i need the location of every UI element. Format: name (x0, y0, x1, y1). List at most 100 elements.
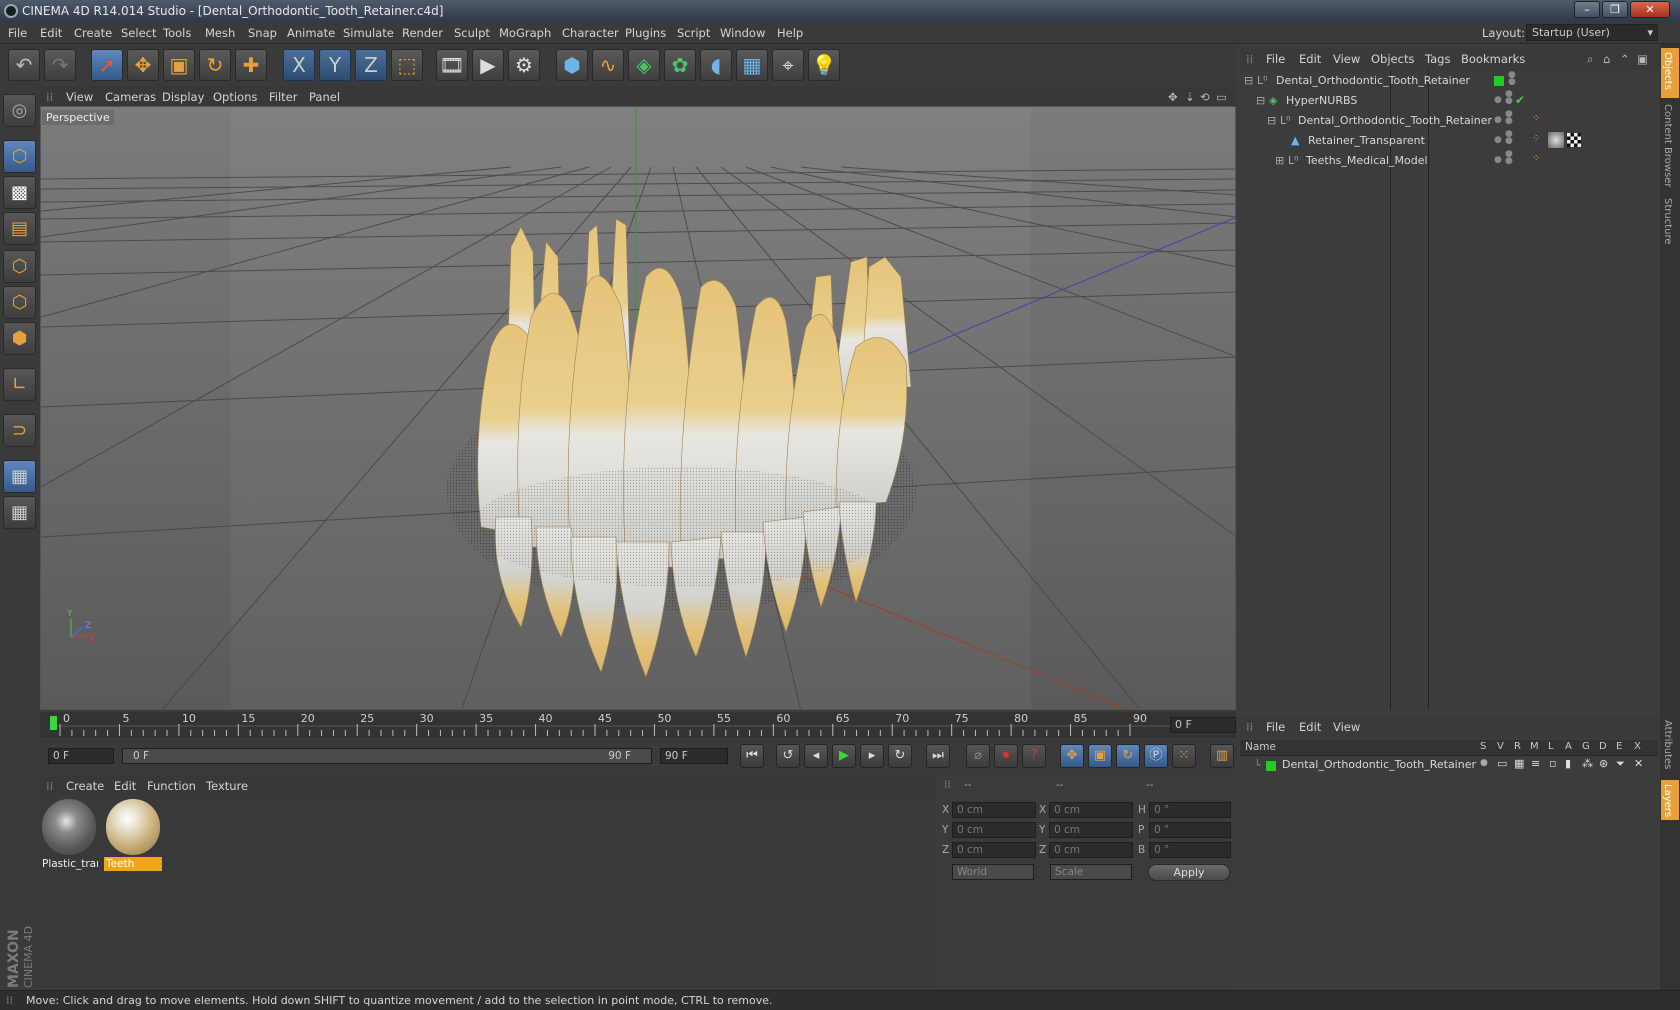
camera-icon[interactable]: ⌖ (772, 49, 804, 81)
playhead-marker[interactable] (50, 716, 57, 730)
texture-mode-icon[interactable]: ▩ (3, 176, 36, 209)
layer-col-s[interactable]: S (1480, 741, 1486, 752)
viewport-maximize-icon[interactable]: ▭ (1216, 90, 1227, 104)
tab-content-browser[interactable]: Content Browser (1662, 104, 1673, 187)
search-icon[interactable]: ⌕ (1587, 52, 1593, 67)
menu-window[interactable]: Window (720, 26, 765, 40)
material-menu-texture[interactable]: Texture (206, 779, 248, 793)
layer-deformers-icon[interactable]: ⊛ (1599, 757, 1608, 770)
menu-simulate[interactable]: Simulate (343, 26, 394, 40)
coord-scale-dropdown[interactable]: Scale (1050, 864, 1132, 880)
visibility-dots-icon[interactable]: ● ● (1505, 110, 1513, 126)
key-scale-icon[interactable]: ▣ (1088, 744, 1112, 768)
object-row-retainer[interactable]: ▲ Retainer_Transparent (1244, 134, 1464, 153)
add-icon[interactable]: ✚ (235, 49, 267, 81)
size-y-field[interactable]: 0 cm (1049, 822, 1133, 838)
layer-menu-view[interactable]: View (1333, 720, 1360, 734)
position-z-field[interactable]: 0 cm (952, 842, 1036, 858)
enabled-check-icon[interactable]: ✔ (1515, 93, 1525, 107)
previous-key-icon[interactable]: ↺ (776, 744, 800, 768)
layer-menu-edit[interactable]: Edit (1299, 720, 1321, 734)
current-frame-field[interactable]: 0 F (1170, 717, 1236, 733)
z-axis-icon[interactable]: Z (355, 49, 387, 81)
key-pla-icon[interactable]: ⁙ (1172, 744, 1196, 768)
play-icon[interactable]: ▶ (832, 744, 856, 768)
viewport-menu-cameras[interactable]: Cameras (105, 90, 156, 104)
rotation-p-field[interactable]: 0 ° (1149, 822, 1231, 838)
viewport-move-icon[interactable]: ✥ (1168, 90, 1178, 104)
layer-visible-icon[interactable]: ▭ (1497, 757, 1507, 770)
layer-color-tag[interactable] (1494, 76, 1504, 86)
phong-tag-icon[interactable]: ⁘ (1532, 113, 1540, 124)
next-frame-icon[interactable]: ▸ (860, 744, 884, 768)
layout-dropdown[interactable]: Startup (User) ▾ (1526, 24, 1658, 41)
workplane-icon[interactable]: ▤ (3, 212, 36, 245)
layer-expressions-icon[interactable]: ⏷ (1616, 757, 1625, 771)
menu-sculpt[interactable]: Sculpt (454, 26, 490, 40)
points-mode-icon[interactable]: ⬡ (3, 250, 36, 283)
collapse-icon[interactable]: ⊟ (1256, 94, 1265, 107)
layer-col-r[interactable]: R (1514, 741, 1521, 752)
object-menu-file[interactable]: File (1266, 52, 1285, 66)
array-icon[interactable]: ✿ (664, 49, 696, 81)
visibility-dots-icon[interactable]: ● (1494, 155, 1502, 165)
key-parameter-icon[interactable]: Ⓟ (1144, 744, 1168, 768)
apply-button[interactable]: Apply (1148, 864, 1230, 881)
coordinate-system-icon[interactable]: ⬚ (391, 49, 423, 81)
polygons-mode-icon[interactable]: ⬢ (3, 322, 36, 355)
subdivision-surface-icon[interactable]: ◈ (628, 49, 660, 81)
visibility-dots-icon[interactable]: ● (1494, 135, 1502, 145)
layer-col-e[interactable]: E (1616, 741, 1622, 752)
tab-attributes[interactable]: Attributes (1662, 720, 1673, 769)
viewport-menu-options[interactable]: Options (213, 90, 257, 104)
position-x-field[interactable]: 0 cm (952, 802, 1036, 818)
close-button[interactable]: ✕ (1630, 1, 1670, 18)
viewport-menu-filter[interactable]: Filter (269, 90, 297, 104)
lock-workplane-icon[interactable]: ▦ (3, 460, 36, 493)
snap-magnet-icon[interactable]: ⊃ (3, 414, 36, 447)
phong-tag-icon[interactable]: ⁘ (1532, 133, 1540, 144)
material-swatch[interactable]: Plastic_tran (40, 799, 98, 871)
timeline-window-icon[interactable]: ▥ (1210, 744, 1234, 768)
material-menu-create[interactable]: Create (66, 779, 104, 793)
layer-manager-icon[interactable]: ≡ (1531, 757, 1540, 770)
minimize-button[interactable]: – (1574, 1, 1600, 18)
viewport-zoom-icon[interactable]: ⇣ (1185, 90, 1195, 104)
object-menu-tags[interactable]: Tags (1425, 52, 1450, 66)
menu-animate[interactable]: Animate (287, 26, 335, 40)
render-settings-icon[interactable]: ⚙ (508, 49, 540, 81)
end-frame-field[interactable]: 90 F (660, 748, 728, 764)
tab-objects[interactable]: Objects (1662, 52, 1673, 90)
light-icon[interactable]: 💡 (808, 49, 840, 81)
coord-mode-dropdown[interactable]: World (952, 864, 1034, 880)
visibility-dots-icon[interactable]: ● ● (1508, 71, 1516, 87)
motion-record-icon[interactable]: ⌀ (966, 744, 990, 768)
spline-pen-icon[interactable]: ∿ (592, 49, 624, 81)
menu-character[interactable]: Character (562, 26, 619, 40)
material-menu-edit[interactable]: Edit (114, 779, 136, 793)
viewport-perspective[interactable]: Y Z X (40, 106, 1236, 710)
object-menu-view[interactable]: View (1333, 52, 1360, 66)
object-menu-bookmarks[interactable]: Bookmarks (1461, 52, 1525, 66)
material-menu-function[interactable]: Function (147, 779, 196, 793)
go-to-end-icon[interactable]: ⏭ (926, 744, 950, 768)
layer-col-m[interactable]: M (1530, 741, 1539, 752)
rotate-icon[interactable]: ↻ (199, 49, 231, 81)
viewport-menu-display[interactable]: Display (162, 90, 204, 104)
material-swatch-selected[interactable]: Teeth (104, 799, 162, 871)
make-editable-icon[interactable]: ◎ (3, 94, 36, 127)
object-row-hypernurbs[interactable]: ⊟ ◈ HyperNURBS (1244, 94, 1464, 113)
layer-solo-icon[interactable]: ● (1480, 758, 1488, 768)
cube-icon[interactable]: ⬢ (556, 49, 588, 81)
menu-create[interactable]: Create (74, 26, 112, 40)
maximize-button[interactable]: ❐ (1602, 1, 1628, 18)
frame-range-slider[interactable]: 0 F 90 F (122, 748, 652, 764)
key-rotation-icon[interactable]: ↻ (1116, 744, 1140, 768)
floor-icon[interactable]: ▦ (736, 49, 768, 81)
x-axis-icon[interactable]: X (283, 49, 315, 81)
visibility-dots-icon[interactable]: ● (1494, 115, 1502, 125)
position-y-field[interactable]: 0 cm (952, 822, 1036, 838)
object-row-teeth[interactable]: ⊞ L⁰ Teeths_Medical_Model (1244, 154, 1464, 173)
viewport-menu-panel[interactable]: Panel (309, 90, 340, 104)
object-menu-edit[interactable]: Edit (1299, 52, 1321, 66)
